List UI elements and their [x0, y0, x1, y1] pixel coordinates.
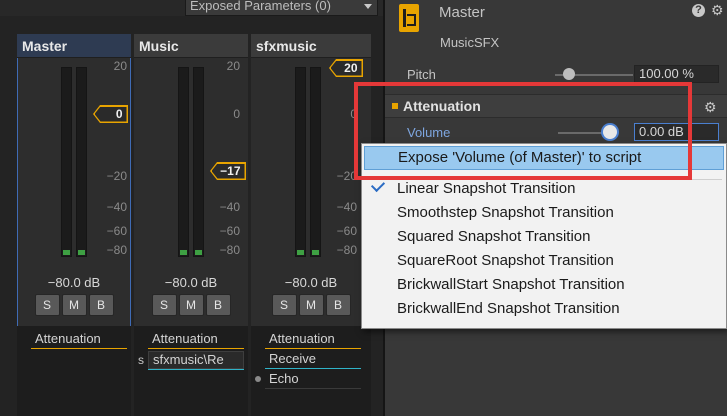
scale-tick: 0 — [233, 107, 240, 121]
scale-tick: −60 — [106, 224, 127, 238]
fader-value: −17 — [211, 163, 245, 179]
effects-list: Attenuation s sfxmusic\Re — [134, 326, 248, 416]
strip-smb-buttons: S M B — [251, 294, 371, 316]
volume-slider-thumb[interactable] — [603, 125, 617, 139]
mixer-panel: Exposed Parameters (0) Master 20 0 −20 −… — [0, 0, 383, 416]
effects-list: Attenuation Receive Echo — [251, 326, 371, 416]
inspector-title: Master — [439, 4, 485, 21]
exposed-parameters-label: Exposed Parameters (0) — [190, 0, 331, 13]
level-meter-left — [61, 67, 72, 257]
pitch-value-field[interactable]: 100.00 % — [634, 65, 719, 83]
strip-name: Master — [22, 38, 68, 54]
strip-name: sfxmusic — [256, 38, 317, 54]
mute-button[interactable]: M — [61, 294, 87, 316]
fader-handle[interactable]: 20 — [329, 59, 363, 77]
attenuation-section-header[interactable]: Attenuation ⚙ — [385, 94, 727, 118]
scale-tick: 20 — [226, 59, 240, 73]
scale-tick: −20 — [106, 169, 127, 183]
menu-item-brickwallend-transition[interactable]: BrickwallEnd Snapshot Transition — [362, 297, 726, 321]
fader-handle[interactable]: −17 — [210, 162, 246, 180]
scale-tick: −40 — [336, 200, 357, 214]
level-meter-right — [76, 67, 87, 257]
effect-echo[interactable]: Echo — [265, 371, 361, 389]
menu-item-brickwallstart-transition[interactable]: BrickwallStart Snapshot Transition — [362, 273, 726, 297]
bypass-button[interactable]: B — [325, 294, 351, 316]
volume-label[interactable]: Volume — [407, 125, 450, 140]
section-gear-icon[interactable]: ⚙ — [704, 100, 717, 114]
solo-button[interactable]: S — [151, 294, 177, 316]
scale-tick: −40 — [219, 200, 240, 214]
scale-tick: −80 — [106, 243, 127, 257]
menu-item-linear-transition[interactable]: Linear Snapshot Transition — [362, 177, 726, 201]
menu-item-smoothstep-transition[interactable]: Smoothstep Snapshot Transition — [362, 201, 726, 225]
help-icon[interactable]: ? — [692, 4, 705, 17]
strip-header[interactable]: sfxmusic — [251, 34, 371, 58]
strip-header[interactable]: Master — [17, 34, 131, 58]
effect-attenuation[interactable]: Attenuation — [265, 331, 361, 349]
check-icon — [370, 177, 386, 193]
dropdown-arrow-icon — [364, 4, 372, 9]
mixer-toolbar: Exposed Parameters (0) — [0, 0, 383, 16]
effect-attenuation[interactable]: Attenuation — [148, 331, 244, 349]
strip-db-readout: −80.0 dB — [284, 275, 338, 290]
scale-tick: −20 — [336, 169, 357, 183]
strip-header[interactable]: Music — [134, 34, 248, 58]
section-title: Attenuation — [403, 98, 481, 114]
strip-smb-buttons: S M B — [17, 294, 131, 316]
solo-button[interactable]: S — [34, 294, 60, 316]
effect-attenuation[interactable]: Attenuation — [31, 331, 127, 349]
strip-smb-buttons: S M B — [134, 294, 248, 316]
effect-bullet-icon — [255, 376, 261, 382]
level-meter-right — [310, 67, 321, 257]
mute-button[interactable]: M — [178, 294, 204, 316]
scale-tick: 0 — [350, 107, 357, 121]
channel-strip-master[interactable]: Master 20 0 −20 −40 −60 −80 0 −80.0 dB S… — [17, 34, 131, 416]
level-meter-left — [295, 67, 306, 257]
scale-tick: −80 — [219, 243, 240, 257]
db-scale: 20 0 −20 −40 −60 −80 — [101, 59, 127, 262]
channel-strip-sfxmusic[interactable]: sfxmusic 0 −20 −40 −60 −80 20 −80.0 dB S… — [251, 34, 371, 416]
scale-tick: −60 — [336, 224, 357, 238]
bypass-button[interactable]: B — [205, 294, 231, 316]
scale-tick: −60 — [219, 224, 240, 238]
gear-icon[interactable]: ⚙ — [711, 3, 724, 17]
fader-handle[interactable]: 0 — [93, 105, 128, 123]
audio-mixer-screen: Exposed Parameters (0) Master 20 0 −20 −… — [0, 0, 727, 416]
bypass-button[interactable]: B — [88, 294, 114, 316]
solo-button[interactable]: S — [271, 294, 297, 316]
volume-value-field[interactable]: 0.00 dB — [634, 123, 719, 141]
context-menu: Expose 'Volume (of Master)' to script Li… — [361, 143, 727, 329]
strip-db-readout: −80.0 dB — [47, 275, 101, 290]
inspector-subtitle: MusicSFX — [440, 35, 500, 50]
section-color-icon — [392, 103, 398, 109]
send-prefix: s — [138, 353, 144, 367]
level-meter-left — [178, 67, 189, 257]
mute-button[interactable]: M — [298, 294, 324, 316]
effects-list: Attenuation — [17, 326, 131, 416]
send-target-field[interactable]: sfxmusic\Re — [148, 351, 244, 369]
strip-db-readout: −80.0 dB — [164, 275, 218, 290]
menu-item-squareroot-transition[interactable]: SquareRoot Snapshot Transition — [362, 249, 726, 273]
level-meter-right — [193, 67, 204, 257]
audio-mixer-group-icon — [399, 4, 419, 32]
scale-tick: −80 — [336, 243, 357, 257]
scale-tick: 20 — [113, 59, 127, 73]
pitch-slider-thumb[interactable] — [563, 68, 575, 80]
scale-tick: −40 — [106, 200, 127, 214]
effect-receive[interactable]: Receive — [265, 351, 361, 369]
strip-name: Music — [139, 38, 179, 54]
fader-value: 20 — [330, 60, 362, 76]
db-scale: 0 −20 −40 −60 −80 — [331, 62, 357, 262]
menu-item-squared-transition[interactable]: Squared Snapshot Transition — [362, 225, 726, 249]
exposed-parameters-dropdown[interactable]: Exposed Parameters (0) — [185, 0, 378, 16]
channel-strip-music[interactable]: Music 20 0 −20 −40 −60 −80 −17 −80.0 dB … — [134, 34, 248, 416]
fader-value: 0 — [94, 106, 127, 122]
pitch-label: Pitch — [407, 67, 436, 82]
menu-item-expose-volume[interactable]: Expose 'Volume (of Master)' to script — [364, 146, 724, 170]
